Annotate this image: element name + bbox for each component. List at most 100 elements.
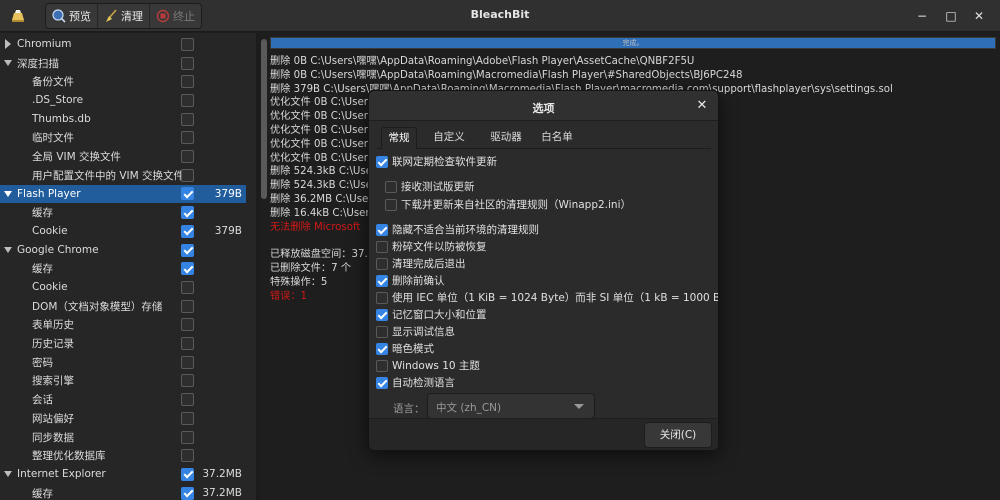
tree-item-checkbox[interactable] [181, 337, 194, 351]
option-row[interactable]: 记忆窗口大小和位置 [376, 307, 487, 322]
tree-child-row[interactable]: 用户配置文件中的 VIM 交换文件 [0, 166, 246, 185]
tree-child-row[interactable]: 会话 [0, 390, 246, 409]
clean-button[interactable]: 清理 [98, 4, 150, 28]
tree-item-checkbox[interactable] [181, 280, 194, 294]
tree-child-row[interactable]: .DS_Store [0, 91, 246, 110]
tree-item-checkbox[interactable] [181, 187, 194, 201]
tree-item-checkbox[interactable] [181, 112, 194, 126]
tree-child-row[interactable]: 临时文件 [0, 129, 246, 148]
expander-down-icon[interactable] [4, 58, 12, 68]
tree-item-checkbox[interactable] [181, 299, 194, 313]
option-label: 隐藏不适合当前环境的清理规则 [392, 224, 539, 236]
tree-item-label: Cookie [32, 281, 68, 294]
tree-child-row[interactable]: Thumbs.db [0, 110, 246, 129]
tree-item-checkbox[interactable] [181, 449, 194, 463]
maximize-button[interactable]: □ [942, 7, 960, 25]
close-button[interactable]: 关闭(C) [644, 422, 712, 448]
dialog-tab[interactable]: 常规 [381, 127, 417, 149]
option-row[interactable]: 联网定期检查软件更新 [376, 154, 497, 169]
option-checkbox[interactable] [376, 223, 388, 236]
option-row[interactable]: 下载并更新来自社区的清理规则（Winapp2.ini） [385, 197, 631, 212]
tree-child-row[interactable]: Cookie [0, 278, 246, 297]
log-scrollbar[interactable] [260, 33, 268, 500]
tree-parent-row[interactable]: Flash Player 379B [0, 184, 246, 204]
tree-item-checkbox[interactable] [181, 430, 194, 444]
tree-item-checkbox[interactable] [181, 355, 194, 369]
tree-child-row[interactable]: 历史记录 [0, 334, 246, 353]
option-row[interactable]: Windows 10 主题 [376, 358, 480, 373]
tree-item-checkbox[interactable] [181, 150, 194, 164]
expander-down-icon[interactable] [4, 245, 12, 255]
tree-parent-row[interactable]: Google Chrome [0, 241, 246, 260]
option-checkbox[interactable] [376, 308, 388, 321]
tree-child-row[interactable]: 同步数据 [0, 428, 246, 447]
tree-child-row[interactable]: 搜索引擎 [0, 372, 246, 391]
option-row[interactable]: 显示调试信息 [376, 324, 455, 339]
option-checkbox[interactable] [376, 155, 388, 168]
tree-child-row[interactable]: 备份文件 [0, 72, 246, 91]
tree-child-row[interactable]: DOM（文档对象模型）存储 [0, 297, 246, 316]
tree-item-checkbox[interactable] [181, 206, 194, 220]
option-checkbox[interactable] [376, 274, 388, 287]
option-checkbox[interactable] [376, 291, 388, 304]
tree-item-checkbox[interactable] [181, 393, 194, 407]
tree-parent-row[interactable]: Internet Explorer 37.2MB [0, 465, 246, 484]
dialog-tab[interactable]: 驱动器 [481, 127, 531, 149]
option-row[interactable]: 粉碎文件以防被恢复 [376, 239, 487, 254]
tree-item-checkbox[interactable] [181, 75, 194, 89]
tree-item-checkbox[interactable] [181, 318, 194, 332]
tree-item-checkbox[interactable] [181, 56, 194, 70]
option-checkbox[interactable] [385, 180, 397, 193]
tree-child-row[interactable]: 密码 [0, 353, 246, 372]
option-checkbox[interactable] [376, 325, 388, 338]
option-checkbox[interactable] [376, 342, 388, 355]
tree-child-row[interactable]: 整理优化数据库 [0, 446, 246, 465]
tree-child-row[interactable]: 全局 VIM 交换文件 [0, 147, 246, 166]
tree-child-row[interactable]: 缓存 [0, 259, 246, 278]
tree-item-checkbox[interactable] [181, 374, 194, 388]
option-checkbox[interactable] [376, 359, 388, 372]
scrollbar-thumb[interactable] [261, 39, 267, 199]
option-row[interactable]: 自动检测语言 [376, 375, 455, 390]
dialog-tab[interactable]: 白名单 [535, 127, 579, 149]
language-select[interactable]: 中文 (zh_CN) [427, 393, 595, 419]
expander-down-icon[interactable] [4, 469, 12, 479]
dialog-close-icon[interactable]: ✕ [694, 98, 710, 114]
tree-item-checkbox[interactable] [181, 243, 194, 257]
option-row[interactable]: 清理完成后退出 [376, 256, 466, 271]
expander-down-icon[interactable] [4, 189, 12, 199]
bleachbit-logo-icon [12, 10, 24, 22]
tree-child-row[interactable]: 表单历史 [0, 316, 246, 335]
tree-item-checkbox[interactable] [181, 93, 194, 107]
option-checkbox[interactable] [385, 198, 397, 211]
tree-child-row[interactable]: Cookie 379B [0, 222, 246, 241]
option-checkbox[interactable] [376, 257, 388, 270]
option-checkbox[interactable] [376, 376, 388, 389]
option-row[interactable]: 接收测试版更新 [385, 179, 475, 194]
option-row[interactable]: 暗色模式 [376, 341, 434, 356]
tree-child-row[interactable]: 缓存 [0, 203, 246, 222]
tree-parent-row[interactable]: Chromium [0, 35, 246, 54]
preview-button[interactable]: 预览 [46, 4, 98, 28]
tree-item-checkbox[interactable] [181, 224, 194, 238]
tree-item-checkbox[interactable] [181, 262, 194, 276]
option-checkbox[interactable] [376, 240, 388, 253]
tree-item-checkbox[interactable] [181, 486, 194, 500]
tree-item-checkbox[interactable] [181, 168, 194, 182]
close-window-button[interactable]: ✕ [970, 7, 988, 25]
tree-item-checkbox[interactable] [181, 467, 194, 481]
tree-item-checkbox[interactable] [181, 37, 194, 51]
option-row[interactable]: 删除前确认 [376, 273, 445, 288]
tree-item-checkbox[interactable] [181, 131, 194, 145]
tree-child-row[interactable]: 网站偏好 [0, 409, 246, 428]
tree-parent-row[interactable]: 深度扫描 [0, 54, 246, 73]
expander-right-icon[interactable] [4, 39, 12, 50]
dialog-tab[interactable]: 自定义 [424, 127, 474, 149]
tree-item-checkbox[interactable] [181, 411, 194, 425]
option-row[interactable]: 使用 IEC 单位（1 KiB = 1024 Byte）而非 SI 单位（1 k… [376, 290, 718, 305]
tree-scrollbar[interactable] [246, 33, 254, 500]
abort-button[interactable]: 终止 [150, 4, 201, 28]
tree-child-row[interactable]: 缓存 37.2MB [0, 484, 246, 500]
option-row[interactable]: 隐藏不适合当前环境的清理规则 [376, 222, 539, 237]
minimize-button[interactable]: − [913, 7, 931, 25]
